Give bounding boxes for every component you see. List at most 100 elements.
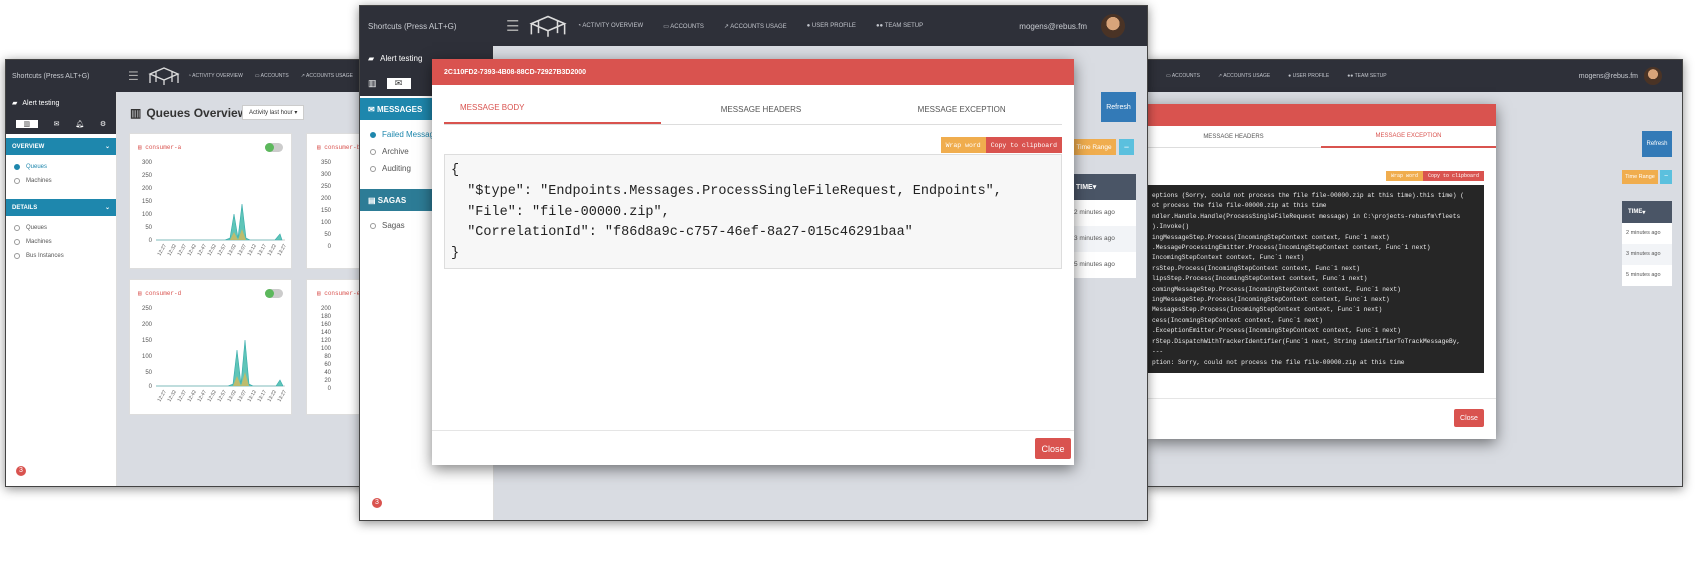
refresh-button[interactable]: Refresh xyxy=(1101,92,1136,122)
middle-table: TIME ▾ 2 minutes ago 3 minutes ago 5 min… xyxy=(1070,174,1136,278)
y-tick: 50 xyxy=(145,225,152,231)
tab-message-headers[interactable]: MESSAGE HEADERS xyxy=(1146,127,1321,147)
table-row[interactable]: 5 minutes ago xyxy=(1622,265,1672,286)
nav-profile[interactable]: ● USER PROFILE xyxy=(1288,73,1329,79)
nav-activity[interactable]: ◔ ACTIVITY OVERVIEW xyxy=(188,73,243,79)
mail-icon[interactable]: ✉ xyxy=(54,120,60,128)
nav-usage[interactable]: ↗ ACCOUNTS USAGE xyxy=(724,23,787,30)
nav-label: USER PROFILE xyxy=(811,23,856,29)
nav-label: USER PROFILE xyxy=(1292,73,1330,79)
avatar[interactable] xyxy=(1644,67,1662,85)
gear-icon[interactable]: ⚙ xyxy=(100,120,106,128)
time-range-button[interactable]: Time Range xyxy=(1622,170,1658,184)
table-row[interactable]: 2 minutes ago xyxy=(1622,223,1672,244)
nav-team[interactable]: ●● TEAM SETUP xyxy=(876,23,923,29)
item-label: Queues xyxy=(26,164,48,170)
nav-activity[interactable]: ◔ ACTIVITY OVERVIEW xyxy=(577,23,643,29)
sagas-label: SAGAS xyxy=(377,195,407,205)
item-label: Auditing xyxy=(382,164,411,173)
tab-message-body[interactable]: MESSAGE BODY xyxy=(444,93,661,124)
refresh-button[interactable]: Refresh xyxy=(1642,131,1672,157)
notification-badge[interactable]: 3 xyxy=(372,498,382,508)
time-column-header[interactable]: TIME ▾ xyxy=(1070,174,1136,200)
folder-icon: ▰ xyxy=(12,100,18,107)
close-button[interactable]: Close xyxy=(1035,438,1071,459)
x-tick: 13:27 xyxy=(277,243,289,257)
nav-label: ACTIVITY OVERVIEW xyxy=(582,23,644,29)
notification-badge[interactable]: 3 xyxy=(16,466,26,476)
shortcuts-label[interactable]: Shortcuts (Press ALT+G) xyxy=(360,22,494,31)
user-email[interactable]: mogens@rebus.fm xyxy=(1579,73,1638,80)
nav-team[interactable]: ●● TEAM SETUP xyxy=(1347,73,1386,79)
sidebar-item-bus-instances[interactable]: Bus Instances xyxy=(14,249,108,263)
nav-label: ACCOUNTS xyxy=(1171,73,1200,79)
details-header[interactable]: DETAILS ⌄ xyxy=(6,199,116,216)
wrap-word-button[interactable]: Wrap word xyxy=(940,137,986,153)
series-area xyxy=(156,203,283,241)
y-tick: 250 xyxy=(142,306,153,312)
sidebar-item-queues-detail[interactable]: Queues xyxy=(14,221,108,235)
close-button[interactable]: Close xyxy=(1454,409,1484,427)
y-tick: 50 xyxy=(145,370,152,376)
menu-icon[interactable]: ☰ xyxy=(128,69,140,83)
table-row[interactable]: 3 minutes ago xyxy=(1070,226,1136,252)
modal-header: 2C110FD2-7393-4B08-88CD-72927B3D2000 xyxy=(432,59,1074,85)
avatar[interactable] xyxy=(1101,14,1125,38)
alert-label: Alert testing xyxy=(380,53,423,63)
item-label: Sagas xyxy=(382,221,405,230)
y-tick: 0 xyxy=(328,244,332,250)
overview-label: OVERVIEW xyxy=(12,143,45,150)
y-tick: 150 xyxy=(142,338,153,344)
tab-message-exception[interactable]: MESSAGE EXCEPTION xyxy=(1321,126,1496,148)
activity-dropdown[interactable]: Activity last hour ▾ xyxy=(242,105,305,120)
tab-message-exception[interactable]: MESSAGE EXCEPTION xyxy=(861,95,1062,124)
table-row[interactable]: 5 minutes ago xyxy=(1070,252,1136,278)
time-range-button[interactable]: Time Range xyxy=(1072,139,1116,155)
y-tick: 200 xyxy=(142,186,153,192)
tab-message-headers[interactable]: MESSAGE HEADERS xyxy=(661,95,862,124)
bell-icon[interactable]: 🔔︎ xyxy=(75,120,84,128)
sidebar-item-machines-detail[interactable]: Machines xyxy=(14,235,108,249)
table-row[interactable]: 2 minutes ago xyxy=(1070,200,1136,226)
sidebar-item-queues[interactable]: Queues xyxy=(14,160,108,174)
overview-header[interactable]: OVERVIEW ⌄ xyxy=(6,138,116,155)
nav-label: TEAM SETUP xyxy=(884,23,924,29)
menu-icon[interactable]: ☰ xyxy=(506,17,519,35)
nav-profile[interactable]: ● USER PROFILE xyxy=(807,23,856,29)
right-topbar: ▭ ACCOUNTS ↗ ACCOUNTS USAGE ● USER PROFI… xyxy=(1146,60,1682,92)
y-tick: 40 xyxy=(324,370,331,376)
logo-icon[interactable] xyxy=(148,66,180,86)
nav-usage[interactable]: ↗ ACCOUNTS USAGE xyxy=(1218,73,1270,79)
item-label: Bus Instances xyxy=(26,253,64,259)
time-range-toggle[interactable]: − xyxy=(1119,139,1134,155)
y-ticks: 300 250 200 150 100 50 0 xyxy=(142,160,153,244)
user-email[interactable]: mogens@rebus.fm xyxy=(1019,22,1087,31)
right-window: ▭ ACCOUNTS ↗ ACCOUNTS USAGE ● USER PROFI… xyxy=(1145,59,1683,487)
logo-icon[interactable] xyxy=(529,13,568,39)
nav-label: ACCOUNTS xyxy=(670,23,704,30)
copy-clipboard-button[interactable]: Copy to clipboard xyxy=(1422,171,1484,181)
time-column-header[interactable]: TIME ▾ xyxy=(1622,201,1672,223)
mail-icon[interactable]: ✉ xyxy=(386,77,411,89)
shortcuts-label[interactable]: Shortcuts (Press ALT+G) xyxy=(6,73,118,80)
chart-icon[interactable]: ▥ xyxy=(15,120,38,128)
series-area xyxy=(156,339,284,387)
modal-tabs: MESSAGE BODY MESSAGE HEADERS MESSAGE EXC… xyxy=(444,85,1062,125)
copy-clipboard-button[interactable]: Copy to clipboard xyxy=(985,137,1062,153)
alert-item[interactable]: ▰ Alert testing xyxy=(6,92,116,114)
folder-icon: ▰ xyxy=(368,53,375,63)
x-tick: 13:27 xyxy=(277,389,289,403)
chart-icon[interactable]: ▥ xyxy=(368,78,377,89)
table-row[interactable]: 3 minutes ago xyxy=(1622,244,1672,265)
nav-accounts[interactable]: ▭ ACCOUNTS xyxy=(255,73,289,79)
nav-accounts[interactable]: ▭ ACCOUNTS xyxy=(663,23,704,30)
time-range-toggle[interactable]: − xyxy=(1660,170,1672,184)
nav-usage[interactable]: ↗ ACCOUNTS USAGE xyxy=(301,73,353,79)
time-col-label: TIME xyxy=(1076,183,1093,191)
messages-title: ✉ MESSAGES xyxy=(368,104,423,114)
page-title: ▥ Queues Overview xyxy=(130,106,247,120)
y-tick: 100 xyxy=(321,346,332,352)
wrap-word-button[interactable]: Wrap word xyxy=(1385,171,1423,181)
sidebar-item-machines[interactable]: Machines xyxy=(14,174,108,188)
nav-accounts[interactable]: ▭ ACCOUNTS xyxy=(1166,73,1200,79)
